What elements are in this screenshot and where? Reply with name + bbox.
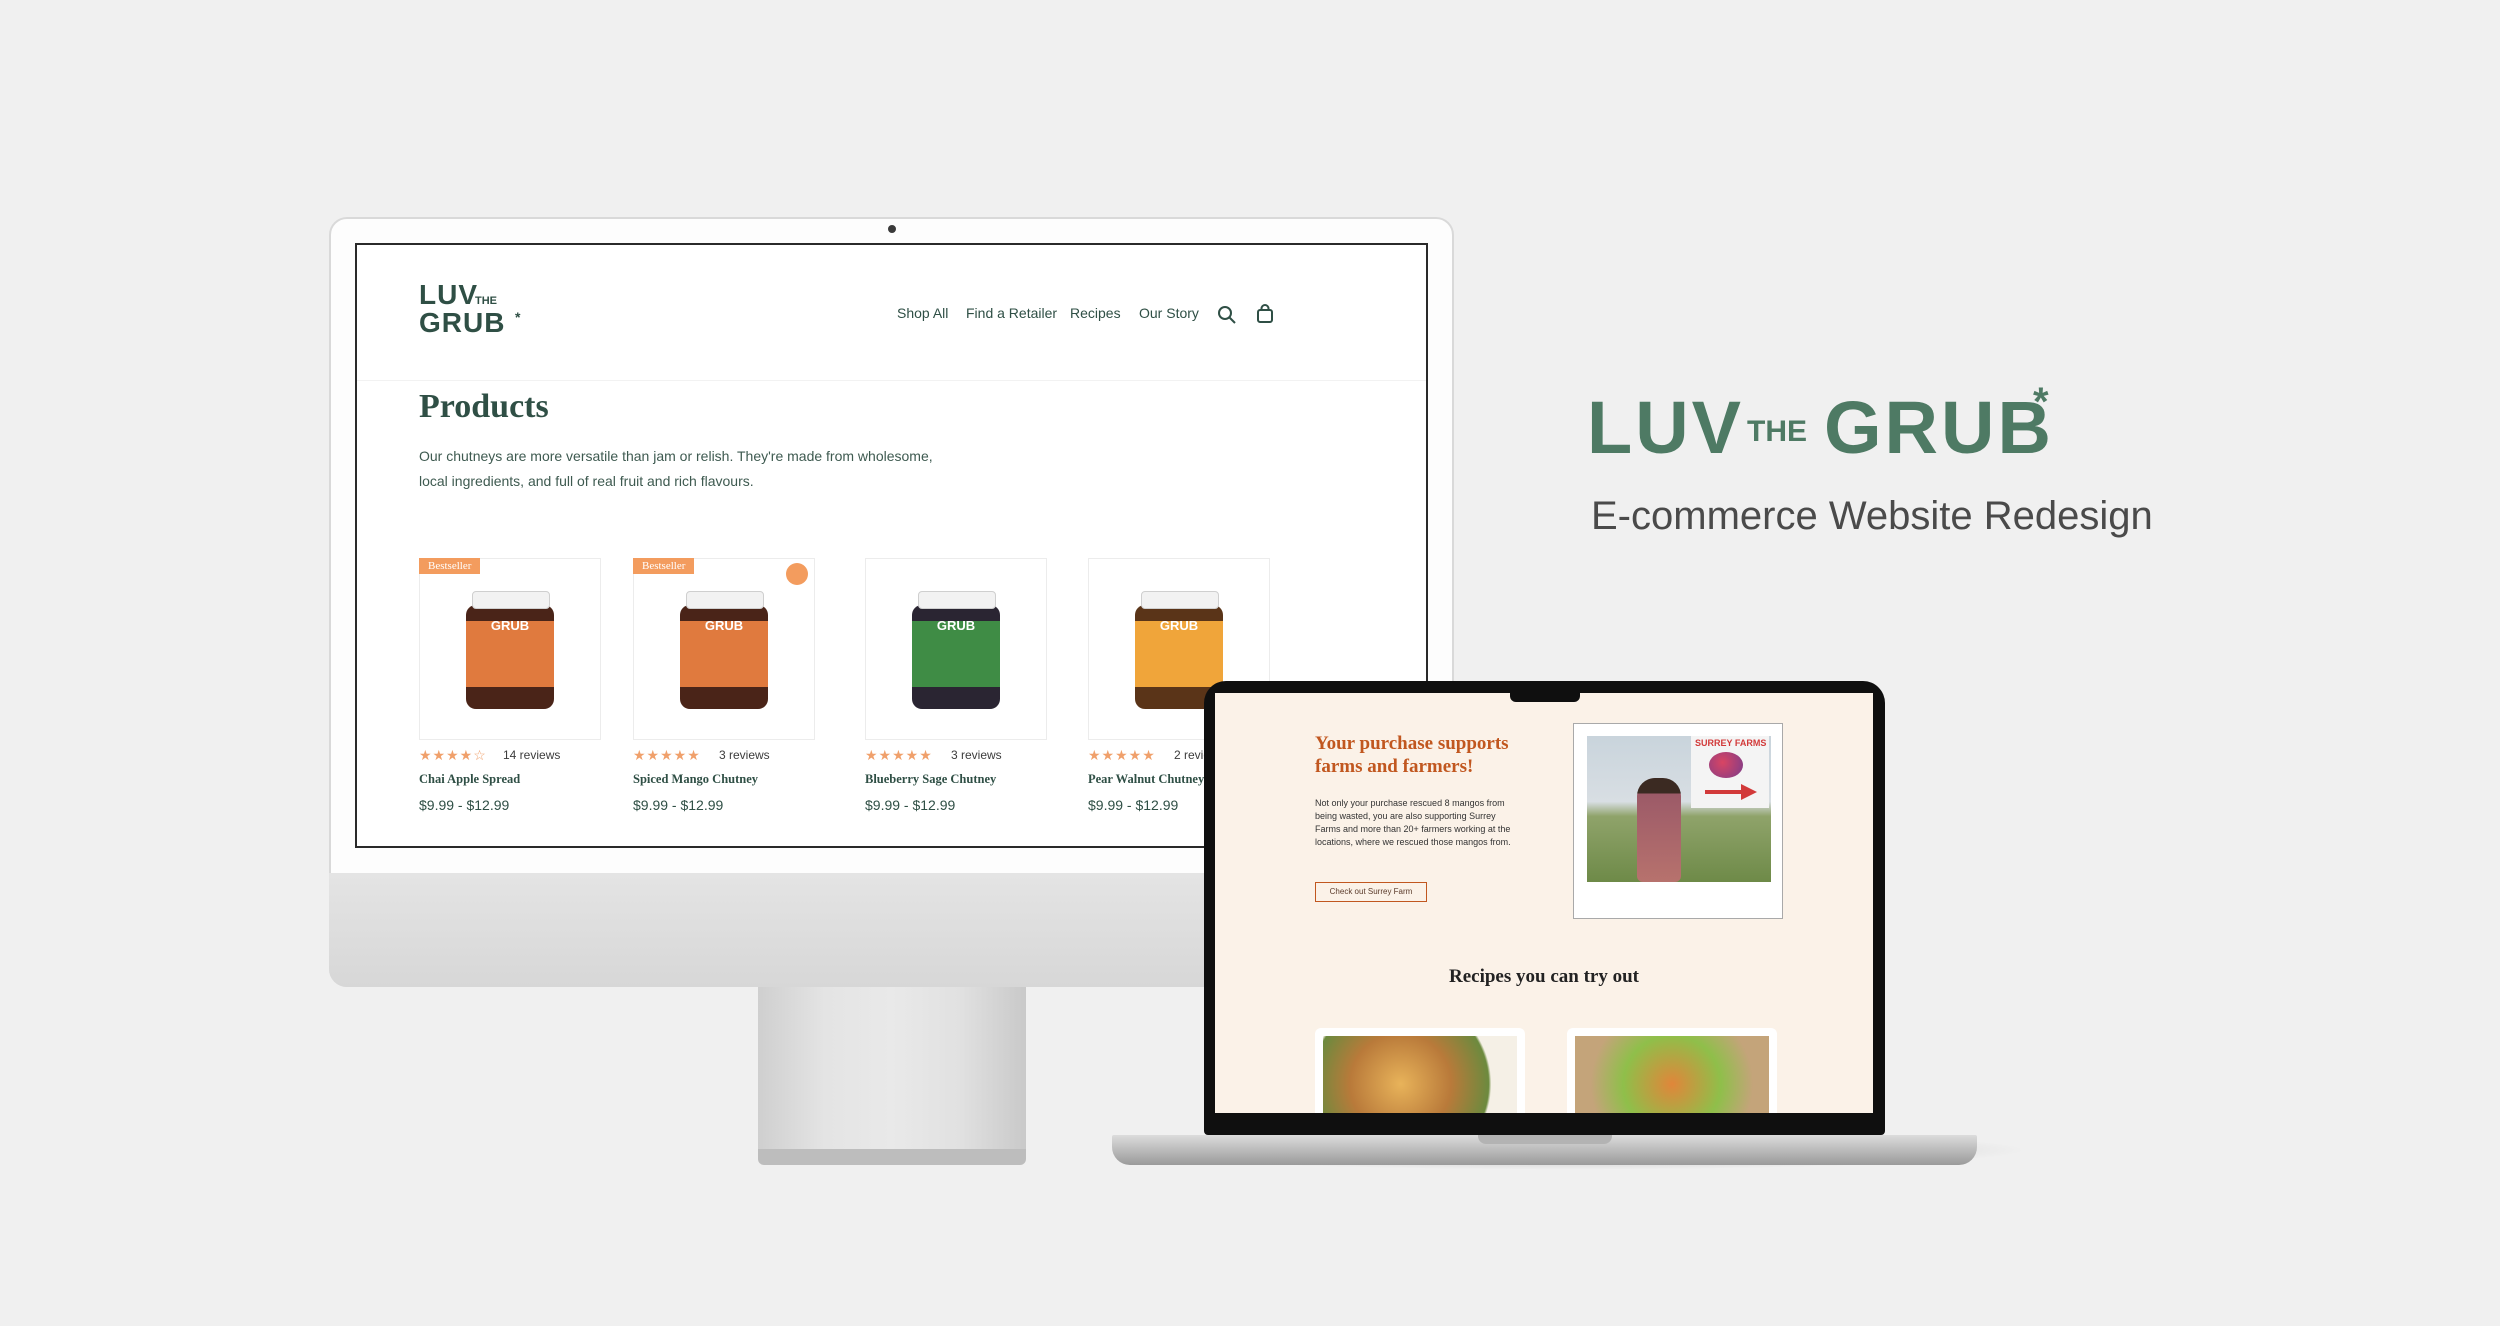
rating-stars: ★★★★★: [633, 747, 701, 763]
logo-star: *: [515, 309, 521, 325]
jar-logo: GRUB: [936, 618, 976, 633]
farmer-person: [1637, 778, 1681, 882]
product-name[interactable]: Pear Walnut Chutney: [1088, 772, 1204, 787]
recipe-lettuce-wraps-image: [1575, 1036, 1769, 1113]
header-divider: [357, 380, 1426, 381]
jar-logo: GRUB: [490, 618, 530, 633]
product-price: $9.99 - $12.99: [419, 797, 510, 813]
nav-recipes[interactable]: Recipes: [1070, 305, 1121, 321]
shopping-bag-icon[interactable]: [1256, 304, 1274, 324]
product-card[interactable]: GRUB: [633, 558, 815, 740]
nav-shop-all[interactable]: Shop All: [897, 305, 948, 321]
product-price: $9.99 - $12.99: [633, 797, 724, 813]
support-heading-line1: Your purchase supports: [1315, 733, 1509, 754]
hero-logo-the: THE: [1747, 415, 1807, 448]
review-count[interactable]: 14 reviews: [503, 748, 560, 762]
bestseller-badge: Bestseller: [419, 558, 481, 574]
product-name[interactable]: Chai Apple Spread: [419, 772, 520, 787]
page-title: Products: [419, 388, 549, 425]
jar-logo: GRUB: [1159, 618, 1199, 633]
product-name[interactable]: Spiced Mango Chutney: [633, 772, 758, 787]
review-count[interactable]: 3 reviews: [719, 748, 770, 762]
check-out-farm-button[interactable]: Check out Surrey Farm: [1315, 882, 1427, 902]
recipe-card[interactable]: [1567, 1028, 1777, 1113]
recipes-heading: Recipes you can try out: [1449, 966, 1639, 987]
logo-luv: LUV: [419, 279, 478, 310]
product-card[interactable]: GRUB: [865, 558, 1047, 740]
logo-grub: GRUB: [419, 307, 506, 338]
product-jar-image: GRUB: [912, 591, 1000, 709]
hero-logo-grub: GRUB: [1824, 386, 2054, 469]
camera-icon: [888, 225, 896, 233]
rating-stars: ★★★★☆: [419, 747, 487, 763]
support-heading-line2: farms and farmers!: [1315, 756, 1474, 777]
product-price: $9.99 - $12.99: [865, 797, 956, 813]
search-icon[interactable]: [1217, 305, 1237, 325]
support-body-line4: locations, where we rescued those mangos…: [1315, 837, 1511, 847]
jar-logo: GRUB: [704, 618, 744, 633]
arrow-right-icon: [1705, 784, 1757, 800]
hero-logo-luv: LUV: [1587, 386, 1744, 469]
support-body-line2: being wasted, you are also supporting Su…: [1315, 811, 1496, 821]
laptop-camera-notch: [1510, 689, 1580, 702]
hero-logo: LUV THE GRUB *: [1587, 380, 2057, 469]
product-jar-image: GRUB: [680, 591, 768, 709]
product-jar-image: GRUB: [466, 591, 554, 709]
farm-sign: SURREY FARMS: [1691, 736, 1769, 808]
rating-stars: ★★★★★: [1088, 747, 1156, 763]
support-body-line1: Not only your purchase rescued 8 mangos …: [1315, 798, 1505, 808]
farm-sign-text: SURREY FARMS: [1695, 738, 1767, 748]
intro-text-line2: local ingredients, and full of real frui…: [419, 473, 754, 489]
nav-find-retailer[interactable]: Find a Retailer: [966, 305, 1057, 321]
farm-photo-card: SURREY FARMS: [1573, 723, 1783, 919]
product-card[interactable]: GRUB: [419, 558, 601, 740]
sale-badge-icon: [786, 563, 808, 585]
berries-icon: [1709, 752, 1743, 778]
product-name[interactable]: Blueberry Sage Chutney: [865, 772, 996, 787]
logo-the: THE: [475, 295, 497, 307]
review-count[interactable]: 3 reviews: [951, 748, 1002, 762]
hero-logo-star: *: [2033, 380, 2049, 424]
recipe-tacos-image: [1323, 1036, 1517, 1113]
nav-our-story[interactable]: Our Story: [1139, 305, 1199, 321]
laptop-base-groove: [1478, 1135, 1612, 1144]
support-body-line3: Farms and more than 20+ farmers working …: [1315, 824, 1511, 834]
intro-text-line1: Our chutneys are more versatile than jam…: [419, 448, 933, 464]
imac-stand: [758, 987, 1026, 1149]
laptop-website-screen: Your purchase supports farms and farmers…: [1215, 693, 1873, 1113]
farm-photo: SURREY FARMS: [1587, 736, 1771, 882]
bestseller-badge: Bestseller: [633, 558, 695, 574]
recipe-card[interactable]: [1315, 1028, 1525, 1113]
rating-stars: ★★★★★: [865, 747, 933, 763]
hero-subtitle: E-commerce Website Redesign: [1591, 494, 2153, 538]
site-logo[interactable]: LUV THE GRUB *: [419, 279, 520, 347]
product-price: $9.99 - $12.99: [1088, 797, 1179, 813]
imac-stand-foot: [758, 1149, 1026, 1165]
